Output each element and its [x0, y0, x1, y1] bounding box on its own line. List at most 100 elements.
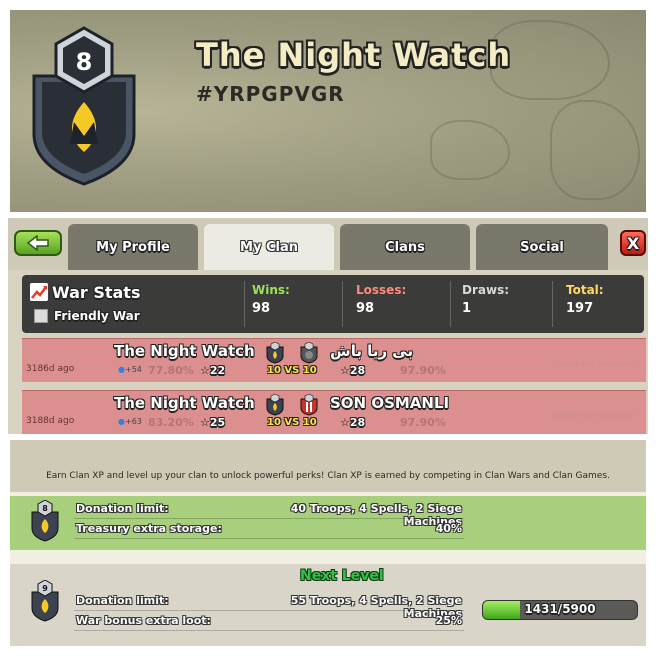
war-size: 10 VS 10 [267, 417, 317, 428]
tab-bar: My Profile My Clan Clans Social X [8, 218, 648, 270]
wins-value: 98 [252, 301, 271, 316]
losses-value: 98 [356, 301, 375, 316]
clan-war-panel: My Profile My Clan Clans Social X War St… [8, 218, 648, 434]
war-size: 10 VS 10 [267, 365, 317, 376]
xp-gain: ●+54 [118, 365, 142, 374]
divider [342, 281, 343, 327]
clan-destruction: 83.20% [148, 416, 194, 429]
war-log-row[interactable]: 3186d ago The Night Watch بی ریا باش ●+5… [22, 338, 646, 382]
star-icon: ☆ [200, 364, 210, 377]
divider [74, 538, 464, 539]
clan-xp-progress-bar: 1431/5900 [482, 600, 638, 620]
xp-value: +54 [124, 365, 142, 374]
wins-label: Wins: [252, 283, 290, 297]
losses-stat: Losses: 98 [348, 279, 448, 329]
war-ago: 3186d ago [26, 364, 75, 374]
donation-limit-label: Donation limit: [76, 502, 169, 515]
back-button[interactable] [14, 230, 62, 256]
divider [74, 630, 464, 631]
war-log-row[interactable]: 3188d ago The Night Watch SON OSMANLI ●+… [22, 390, 646, 434]
arrow-left-icon [26, 235, 49, 251]
close-button[interactable]: X [620, 230, 646, 256]
tab-social[interactable]: Social [476, 224, 608, 270]
war-bonus-label: War bonus extra loot: [76, 614, 211, 627]
divider [74, 610, 464, 611]
tab-my-profile[interactable]: My Profile [68, 224, 198, 270]
map-decoration [430, 120, 510, 180]
total-label: Total: [566, 283, 604, 297]
war-detail: Details not available [552, 411, 635, 420]
xp-value: +63 [124, 417, 142, 426]
next-level-number: 9 [42, 584, 48, 593]
war-detail: Details not available [552, 359, 635, 368]
clan-xp-text: 1431/5900 [524, 602, 596, 616]
losses-label: Losses: [356, 283, 407, 297]
enemy-destruction: 97.90% [400, 364, 446, 377]
xp-icon: ● [118, 417, 125, 426]
clan-stars: ☆25 [200, 416, 225, 429]
war-ago: 3188d ago [26, 416, 75, 426]
divider [74, 518, 464, 519]
next-level-perks: Next Level 9 Donation limit: 55 Troops, … [10, 564, 646, 646]
perk-intro: Earn Clan XP and level up your clan to u… [10, 440, 646, 492]
draws-value: 1 [462, 301, 472, 316]
war-stats-title: War Stats [52, 283, 141, 302]
next-level-badge: 9 [31, 580, 59, 622]
level-badge: 8 [31, 500, 59, 542]
friendly-war-checkbox[interactable] [34, 309, 48, 323]
enemy-badge-small [300, 394, 318, 416]
tab-my-clan[interactable]: My Clan [204, 224, 334, 270]
next-level-title: Next Level [300, 568, 384, 584]
treasury-value: 40% [435, 522, 462, 535]
draws-label: Draws: [462, 283, 510, 297]
draws-stat: Draws: 1 [454, 279, 554, 329]
treasury-label: Treasury extra storage: [76, 522, 222, 535]
donation-limit-label: Donation limit: [76, 594, 169, 607]
star-icon: ☆ [200, 416, 210, 429]
clan-stars: ☆22 [200, 364, 225, 377]
divider [450, 281, 451, 327]
war-bonus-value: 25% [435, 614, 462, 627]
war-enemy-name: بی ریا باش [330, 342, 414, 360]
xp-icon: ● [118, 365, 125, 374]
star-icon: ☆ [340, 416, 350, 429]
clan-badge: 8 [32, 26, 136, 186]
close-icon: X [626, 233, 640, 253]
divider [552, 281, 553, 327]
clan-destruction: 77.80% [148, 364, 194, 377]
enemy-destruction: 97.90% [400, 416, 446, 429]
tab-label: Social [520, 239, 564, 255]
current-level-perks: 8 Donation limit: 40 Troops, 4 Spells, 2… [10, 496, 646, 550]
war-clan-name: The Night Watch [114, 394, 255, 412]
total-stat: Total: 197 [558, 279, 642, 329]
clan-badge-small [266, 394, 284, 416]
clan-badge-small [266, 342, 284, 364]
enemy-stars: ☆28 [340, 416, 365, 429]
tab-label: Clans [385, 239, 425, 255]
tab-label: My Profile [96, 239, 170, 255]
friendly-war-label: Friendly War [54, 309, 140, 323]
perk-intro-text: Earn Clan XP and level up your clan to u… [46, 471, 610, 481]
enemy-stars-value: 28 [349, 364, 366, 377]
total-value: 197 [566, 301, 594, 316]
war-clan-name: The Night Watch [114, 342, 255, 360]
map-decoration [550, 100, 640, 200]
clan-banner: 8 The Night Watch #YRPGPVGR [10, 10, 646, 212]
enemy-stars: ☆28 [340, 364, 365, 377]
clan-level-number: 8 [76, 48, 93, 76]
chart-icon [30, 283, 48, 301]
clan-perks-panel: Earn Clan XP and level up your clan to u… [10, 440, 646, 646]
wins-stat: Wins: 98 [244, 279, 344, 329]
current-level-number: 8 [42, 504, 48, 513]
clan-stars-value: 22 [209, 364, 226, 377]
clan-stars-value: 25 [209, 416, 226, 429]
enemy-badge-small [300, 342, 318, 364]
clan-name: The Night Watch [196, 36, 512, 74]
clan-tag[interactable]: #YRPGPVGR [196, 82, 345, 106]
enemy-stars-value: 28 [349, 416, 366, 429]
xp-gain: ●+63 [118, 417, 142, 426]
war-enemy-name: SON OSMANLI [330, 394, 450, 412]
star-icon: ☆ [340, 364, 350, 377]
war-stats-panel: War Stats Friendly War Wins: 98 Losses: … [22, 275, 644, 333]
tab-clans[interactable]: Clans [340, 224, 470, 270]
